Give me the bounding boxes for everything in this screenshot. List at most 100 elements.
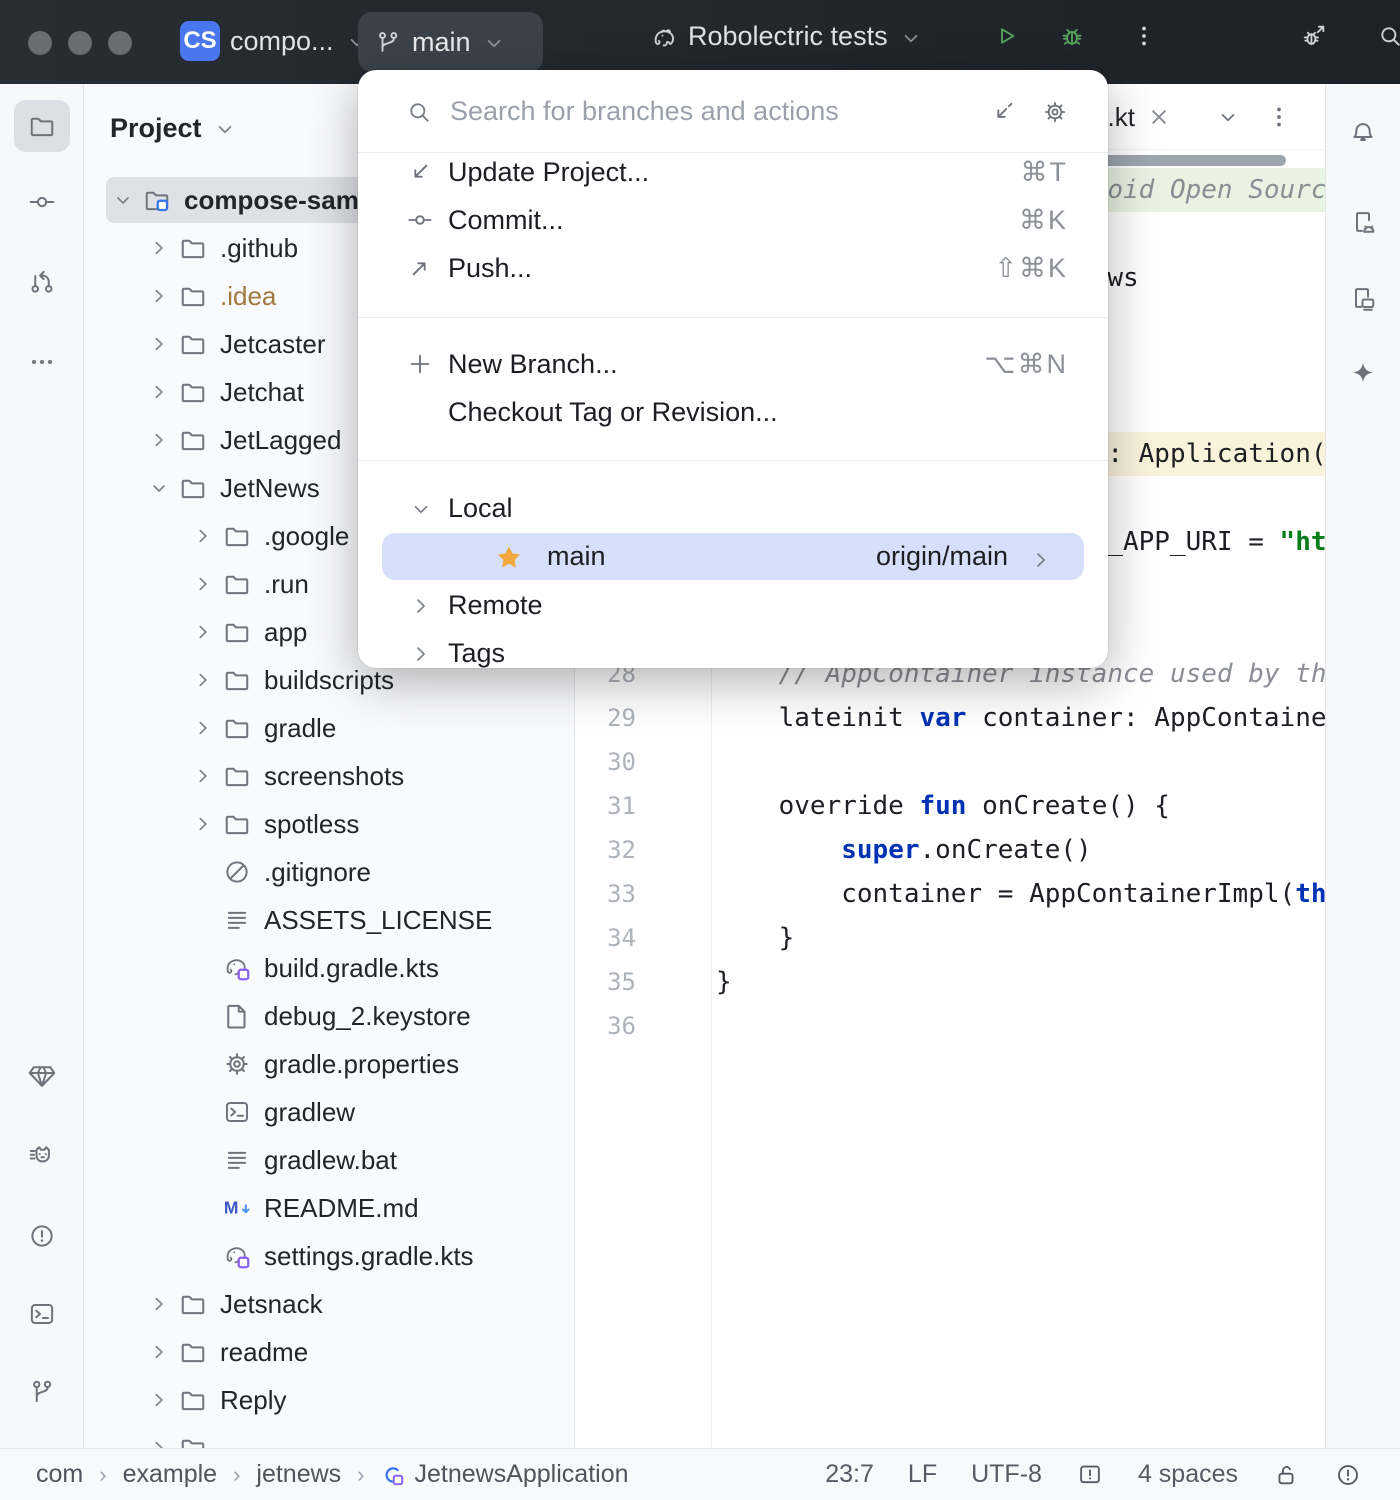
local-section-header[interactable]: Local (358, 484, 1108, 532)
chevron-spacer (186, 999, 220, 1033)
tree-item-Reply[interactable]: Reply (84, 1376, 574, 1424)
chevron-right-icon (186, 807, 220, 841)
breadcrumb-jetnews[interactable]: jetnews (256, 1460, 341, 1489)
branch-search-input[interactable] (448, 70, 928, 152)
line-number: 35 (575, 960, 711, 1004)
popup-item-new-branch[interactable]: New Branch...⌥⌘N (358, 340, 1108, 388)
breadcrumb-example[interactable]: example (123, 1460, 218, 1489)
editor-options-button[interactable] (1263, 101, 1295, 133)
gradle-file-icon (220, 951, 254, 985)
rail-project-tool[interactable] (14, 100, 70, 152)
tree-item-settings.gradle.kts[interactable]: settings.gradle.kts (84, 1232, 574, 1280)
line-ending[interactable]: LF (908, 1460, 937, 1489)
tree-item-screenshots[interactable]: screenshots (84, 752, 574, 800)
favorite-star-icon (493, 541, 525, 574)
tab-list-button[interactable] (1212, 101, 1244, 133)
terminal-file-icon (220, 1095, 254, 1129)
run-button[interactable] (992, 22, 1020, 50)
tree-item-gradle.properties[interactable]: gradle.properties (84, 1040, 574, 1088)
folder-icon (27, 111, 57, 141)
rail-problems-tool[interactable] (14, 1210, 70, 1262)
popup-item-update-project[interactable]: Update Project...⌘T (358, 148, 1108, 196)
section-tags[interactable]: Tags (358, 629, 1108, 668)
popup-settings-button[interactable] (1038, 95, 1072, 129)
search-icon-svg (405, 98, 433, 126)
rail-notifications[interactable] (1335, 108, 1391, 160)
rail-running-devices[interactable] (1335, 272, 1391, 324)
folder-icon (176, 423, 210, 457)
fetch-button[interactable] (986, 95, 1020, 129)
tree-item-Jetsnack[interactable]: Jetsnack (84, 1280, 574, 1328)
section-remote[interactable]: Remote (358, 581, 1108, 629)
chevron-right-icon (186, 663, 220, 697)
cat-icon (27, 1142, 57, 1172)
rail-logcat-tool[interactable] (14, 1131, 70, 1183)
chevron-spacer (186, 1191, 220, 1225)
search-everywhere-button[interactable] (1376, 22, 1400, 50)
zoom-button[interactable] (108, 31, 132, 55)
tree-item-build.gradle.kts[interactable]: build.gradle.kts (84, 944, 574, 992)
pr-tool-icon (27, 267, 57, 297)
ignored-icon (220, 855, 254, 889)
tree-item-gradlew[interactable]: gradlew (84, 1088, 574, 1136)
chevron-right-icon (147, 1436, 171, 1448)
push-icon (406, 254, 434, 282)
indent-style[interactable]: 4 spaces (1138, 1460, 1238, 1489)
shortcut-label: ⌥⌘N (984, 349, 1068, 380)
line-number: 32 (575, 828, 711, 872)
tree-item-ASSETS_LICENSE[interactable]: ASSETS_LICENSE (84, 896, 574, 944)
breadcrumb-class[interactable]: JetnewsApplication (380, 1460, 628, 1489)
project-widget[interactable]: CS compo... (180, 21, 370, 61)
chevron-right-icon (142, 1287, 176, 1321)
tree-item-gradlew.bat[interactable]: gradlew.bat (84, 1136, 574, 1184)
folder-icon (178, 1385, 208, 1415)
tree-item-clipped[interactable] (84, 1424, 574, 1448)
rail-commit-tool[interactable] (14, 176, 70, 228)
profiler-button[interactable] (1300, 22, 1328, 50)
readonly-toggle[interactable] (1272, 1460, 1300, 1489)
tree-item-debug_2.keystore[interactable]: debug_2.keystore (84, 992, 574, 1040)
git-branches-popup: Update Project...⌘TCommit...⌘KPush...⇧⌘K… (358, 70, 1108, 668)
rail-gemini[interactable] (1335, 348, 1391, 400)
tree-item-gradle[interactable]: gradle (84, 704, 574, 752)
branch-item-main[interactable]: main origin/main (382, 533, 1084, 580)
ignored-icon (222, 857, 252, 887)
file-encoding[interactable]: UTF-8 (971, 1460, 1042, 1489)
rail-terminal-tool[interactable] (14, 1288, 70, 1340)
code-line-33: 33 container = AppContainerImpl(this) (575, 872, 1325, 916)
terminal-tool-icon (27, 1299, 57, 1329)
tree-item-readme[interactable]: readme (84, 1328, 574, 1376)
caret-position[interactable]: 23:7 (825, 1460, 874, 1489)
debug-button[interactable] (1058, 22, 1086, 50)
popup-item-push[interactable]: Push...⇧⌘K (358, 244, 1108, 292)
shortcut-label: ⌘K (1019, 205, 1068, 236)
rail-pull-requests-tool[interactable] (14, 256, 70, 308)
tab-close-button[interactable] (1143, 101, 1175, 133)
rail-device-manager[interactable] (1335, 196, 1391, 248)
run-configuration-widget[interactable]: Robolectric tests (650, 21, 924, 52)
rail-more-tool-windows[interactable] (14, 336, 70, 388)
minimize-button[interactable] (68, 31, 92, 55)
folder-icon (178, 1433, 208, 1448)
error-indicator[interactable] (1334, 1460, 1362, 1489)
vcs-branch-widget[interactable]: main (358, 12, 543, 72)
chevron-down-icon-svg (408, 496, 434, 522)
breadcrumb-com[interactable]: com (36, 1460, 83, 1489)
rail-app-quality-insights-tool[interactable] (14, 1050, 70, 1102)
popup-item-checkout-tag[interactable]: Checkout Tag or Revision... (358, 388, 1108, 436)
more-actions-button[interactable] (1130, 22, 1158, 50)
tree-item-label: build.gradle.kts (264, 953, 439, 984)
tree-item-README.md[interactable]: MREADME.md (84, 1184, 574, 1232)
chevron-right-icon (408, 638, 434, 669)
gradle-file-icon (222, 953, 252, 983)
rail-version-control-tool[interactable] (14, 1366, 70, 1418)
chevron-right-icon (142, 1431, 176, 1448)
kebab-menu-icon (1130, 22, 1158, 50)
close-button[interactable] (28, 31, 52, 55)
tree-item-.gitignore[interactable]: .gitignore (84, 848, 574, 896)
tree-item-spotless[interactable]: spotless (84, 800, 574, 848)
inspection-widget[interactable] (1076, 1460, 1104, 1489)
file-icon (222, 1001, 252, 1031)
popup-item-commit[interactable]: Commit...⌘K (358, 196, 1108, 244)
project-panel-header[interactable]: Project (110, 104, 238, 152)
